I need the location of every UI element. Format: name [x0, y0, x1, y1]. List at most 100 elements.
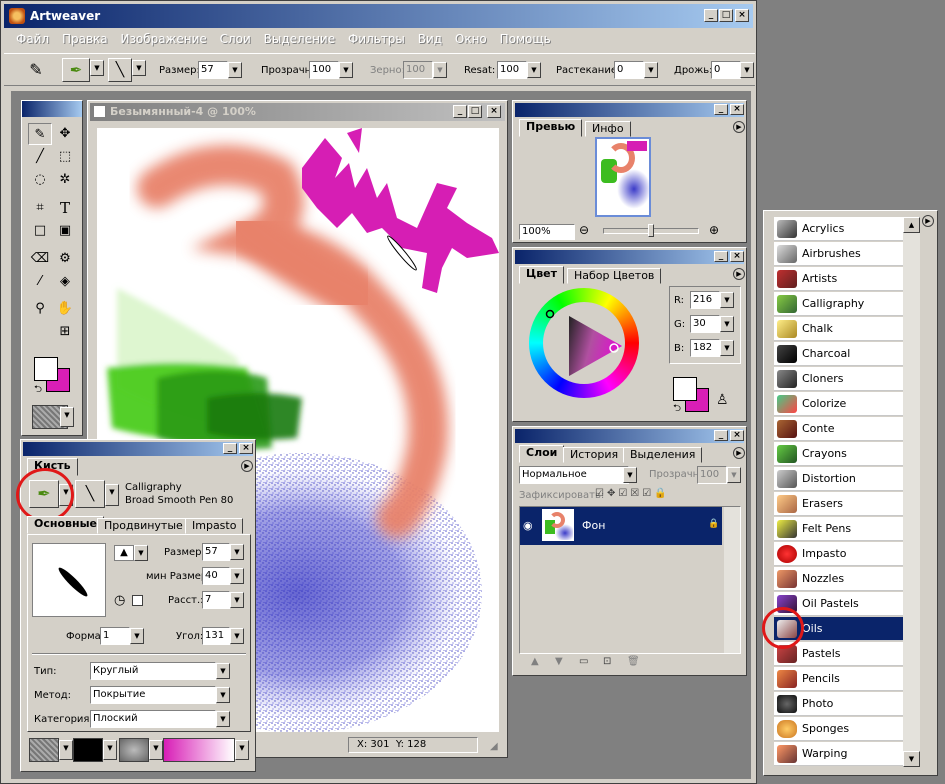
brush-shape-dropdown[interactable]: ▼ — [134, 545, 148, 561]
menu-window[interactable]: Окно — [455, 32, 487, 46]
opacity-field[interactable]: 100 — [309, 61, 339, 79]
zoom-out-icon[interactable]: ⊖ — [579, 223, 589, 237]
clone-icon[interactable]: ⚙ — [53, 248, 77, 270]
tab-layers[interactable]: Слои — [519, 445, 565, 463]
texture-dropdown[interactable]: ▼ — [149, 740, 163, 760]
brush-variant-button[interactable]: ╲ — [75, 480, 105, 508]
blend-mode-select[interactable]: Нормальное — [519, 466, 629, 484]
eyedropper-icon[interactable]: ⁄ — [28, 271, 52, 293]
tab-impasto[interactable]: Impasto — [185, 518, 244, 534]
foreground-color-swatch[interactable] — [673, 377, 697, 401]
close-button[interactable]: × — [735, 9, 749, 22]
opacity-dropdown[interactable]: ▼ — [339, 62, 353, 78]
texture-swatch[interactable] — [119, 738, 149, 762]
paper-dropdown[interactable]: ▼ — [59, 740, 73, 760]
brush-shape-icon[interactable]: ▲ — [114, 545, 134, 561]
brush-shape-value-dropdown[interactable]: ▼ — [130, 628, 144, 644]
minimize-button[interactable]: _ — [704, 9, 718, 22]
resat-field[interactable]: 100 — [497, 61, 527, 79]
bleed-field[interactable]: 0 — [614, 61, 644, 79]
resat-dropdown[interactable]: ▼ — [527, 62, 541, 78]
pattern-dropdown[interactable]: ▼ — [103, 740, 117, 760]
paper-swatch[interactable] — [29, 738, 59, 762]
doc-maximize-button[interactable]: □ — [468, 105, 482, 118]
crop-icon[interactable]: ⌗ — [28, 197, 52, 219]
brush-item-cloners[interactable]: Cloners — [774, 367, 903, 391]
line-style-dropdown[interactable]: ▼ — [132, 60, 146, 76]
brush-item-colorize[interactable]: Colorize — [774, 392, 903, 416]
line-tool-icon[interactable]: ╱ — [28, 146, 52, 168]
brush-item-felt-pens[interactable]: Felt Pens — [774, 517, 903, 541]
tab-info[interactable]: Инфо — [585, 121, 631, 137]
hue-ring[interactable] — [529, 288, 639, 398]
magic-wand-icon[interactable]: ✲ — [53, 169, 77, 191]
new-layer-icon[interactable]: ⊡ — [603, 656, 611, 667]
brush-method-dropdown[interactable]: ▼ — [216, 687, 230, 703]
brush-item-pencils[interactable]: Pencils — [774, 667, 903, 691]
layers-close-button[interactable]: × — [730, 430, 744, 441]
brush-item-photo[interactable]: Photo — [774, 692, 903, 716]
menu-layers[interactable]: Слои — [220, 32, 251, 46]
brush-type-select[interactable]: Круглый — [90, 662, 216, 680]
brush-tool-icon[interactable]: ✎ — [28, 123, 52, 145]
brush-cat-dropdown[interactable]: ▼ — [216, 711, 230, 727]
brush-item-chalk[interactable]: Chalk — [774, 317, 903, 341]
line-style-button[interactable]: ╲ — [108, 58, 132, 82]
brush-spacing-field[interactable]: 7 — [202, 591, 230, 609]
preview-minimize-button[interactable]: _ — [714, 104, 728, 115]
grid-icon[interactable]: ⊞ — [53, 321, 77, 343]
panel-menu-icon[interactable]: ▶ — [733, 447, 745, 459]
stamp-icon[interactable]: ♙ — [716, 392, 729, 408]
rect-select-icon[interactable]: ⬚ — [53, 146, 77, 168]
b-field[interactable]: 182 — [690, 339, 720, 357]
menu-image[interactable]: Изображение — [120, 32, 206, 46]
zoom-in-icon[interactable]: ⊕ — [709, 223, 719, 237]
menu-file[interactable]: Файл — [16, 32, 49, 46]
brush-item-distortion[interactable]: Distortion — [774, 467, 903, 491]
tab-basic[interactable]: Основные — [27, 516, 104, 534]
zoom-slider-thumb[interactable] — [648, 224, 654, 237]
menu-view[interactable]: Вид — [418, 32, 442, 46]
brush-variant-dropdown[interactable]: ▼ — [105, 484, 119, 506]
zoom-icon[interactable]: ⚲ — [28, 298, 52, 320]
doc-minimize-button[interactable]: _ — [453, 105, 467, 118]
brush-type-dropdown[interactable]: ▼ — [216, 663, 230, 679]
move-layer-up-icon[interactable]: ▲ — [531, 656, 539, 667]
color-minimize-button[interactable]: _ — [714, 251, 728, 262]
jitter-dropdown[interactable]: ▼ — [740, 62, 754, 78]
brush-preset-button[interactable]: ✒ — [62, 58, 90, 82]
fill-bucket-icon[interactable]: ◈ — [53, 271, 77, 293]
new-folder-icon[interactable]: ▭ — [579, 656, 588, 667]
move-tool-icon[interactable]: ✥ — [53, 123, 77, 145]
pattern-swatch[interactable] — [73, 738, 103, 762]
brush-item-crayons[interactable]: Crayons — [774, 442, 903, 466]
gradient-swatch[interactable] — [163, 738, 235, 762]
layers-scrollbar[interactable] — [724, 507, 740, 653]
brush-tool-icon[interactable]: ✎ — [26, 60, 46, 80]
panel-menu-icon[interactable]: ▶ — [733, 268, 745, 280]
tab-advanced[interactable]: Продвинутые — [97, 518, 190, 534]
pressure-checkbox[interactable] — [132, 595, 143, 606]
delete-layer-icon[interactable]: 🗑 — [627, 656, 640, 667]
r-dropdown[interactable]: ▼ — [720, 292, 734, 308]
layer-row[interactable]: ◉ Фон 🔒 — [520, 507, 722, 545]
shape-tool-icon[interactable]: □ — [28, 220, 52, 242]
panel-menu-icon[interactable]: ▶ — [241, 460, 253, 472]
brush-item-sponges[interactable]: Sponges — [774, 717, 903, 741]
panel-menu-icon[interactable]: ▶ — [733, 121, 745, 133]
saturation-triangle[interactable] — [529, 288, 639, 398]
move-layer-down-icon[interactable]: ▼ — [555, 656, 563, 667]
preview-close-button[interactable]: × — [730, 104, 744, 115]
brush-angle-dropdown[interactable]: ▼ — [230, 628, 244, 644]
brush-angle-field[interactable]: 131 — [202, 627, 230, 645]
text-tool-icon[interactable]: T — [53, 197, 77, 219]
maximize-button[interactable]: □ — [719, 9, 733, 22]
scroll-down-button[interactable]: ▼ — [903, 751, 920, 767]
preview-thumbnail[interactable] — [595, 137, 651, 217]
brush-item-impasto[interactable]: Impasto — [774, 542, 903, 566]
zoom-slider[interactable] — [603, 224, 699, 237]
doc-close-button[interactable]: × — [487, 105, 501, 118]
tab-swatches[interactable]: Набор Цветов — [567, 268, 662, 284]
brush-shape-field[interactable]: 1 — [100, 627, 130, 645]
foreground-color-swatch[interactable] — [34, 357, 58, 381]
